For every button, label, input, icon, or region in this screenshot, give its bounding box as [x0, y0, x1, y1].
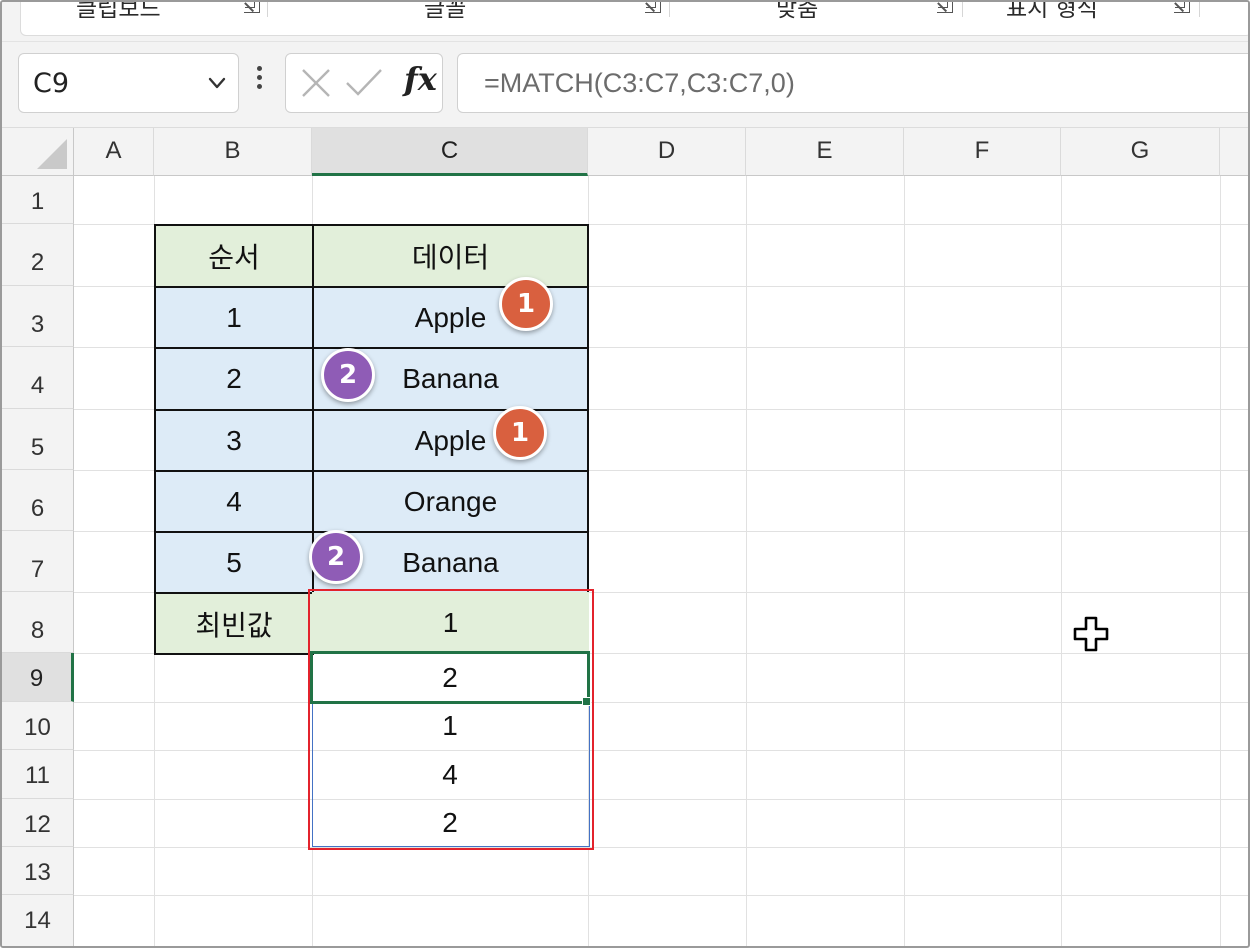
gridline: [1220, 176, 1221, 946]
table-header-data[interactable]: 데이터: [312, 224, 589, 288]
formula-buttons: fx: [285, 53, 443, 113]
formula-input[interactable]: =MATCH(C3:C7,C3:C7,0): [457, 53, 1248, 113]
ribbon-group-font: 글꼴: [424, 0, 467, 22]
column-header-g[interactable]: G: [1061, 128, 1220, 176]
gridline: [74, 799, 1248, 800]
ribbon-group-alignment: 맞춤: [776, 0, 819, 22]
row-header-1[interactable]: 1: [2, 176, 74, 224]
cancel-x-icon[interactable]: [298, 65, 334, 101]
name-box[interactable]: C9: [18, 53, 239, 113]
row-header-11[interactable]: 11: [2, 750, 74, 799]
column-header-b[interactable]: B: [154, 128, 312, 176]
ribbon-separator: [962, 2, 963, 17]
ribbon-group-clipboard: 클립보드: [76, 0, 161, 22]
alignment-launcher-icon[interactable]: [937, 2, 953, 13]
more-options-icon[interactable]: [255, 64, 263, 100]
row-header-13[interactable]: 13: [2, 847, 74, 895]
mode-label-cell[interactable]: 최빈값: [154, 592, 314, 655]
plus-cursor-icon: [1073, 616, 1109, 652]
column-header-d[interactable]: D: [588, 128, 746, 176]
gridline: [904, 176, 905, 946]
select-all-corner[interactable]: [2, 128, 74, 176]
table-cell-data[interactable]: Apple: [312, 409, 589, 472]
table-cell-order[interactable]: 3: [154, 409, 314, 472]
gridline: [74, 750, 1248, 751]
row-header-12[interactable]: 12: [2, 799, 74, 847]
row-header-2[interactable]: 2: [2, 224, 74, 286]
table-cell-order[interactable]: 4: [154, 470, 314, 533]
row-header-6[interactable]: 6: [2, 470, 74, 531]
column-header-h[interactable]: [1220, 128, 1248, 176]
column-header-c[interactable]: C: [312, 128, 588, 176]
table-cell-order[interactable]: 2: [154, 347, 314, 411]
row-header-7[interactable]: 7: [2, 531, 74, 592]
column-header-e[interactable]: E: [746, 128, 904, 176]
row-header-10[interactable]: 10: [2, 702, 74, 750]
gridline: [74, 847, 1248, 848]
row-header-8[interactable]: 8: [2, 592, 74, 653]
highlight-box: [308, 589, 594, 850]
enter-check-icon[interactable]: [344, 65, 384, 101]
ribbon-separator: [669, 2, 670, 17]
table-header-order[interactable]: 순서: [154, 224, 314, 288]
number-format-launcher-icon[interactable]: [1174, 2, 1190, 13]
column-header-a[interactable]: A: [74, 128, 154, 176]
ribbon: 클립보드 글꼴 맞춤 표시 형식: [2, 0, 1248, 42]
ribbon-group-bar: 클립보드 글꼴 맞춤 표시 형식: [20, 0, 1248, 36]
ribbon-separator: [267, 2, 268, 17]
name-box-value: C9: [33, 68, 70, 99]
row-header-4[interactable]: 4: [2, 347, 74, 409]
row-header-3[interactable]: 3: [2, 286, 74, 347]
table-cell-order[interactable]: 5: [154, 531, 314, 594]
annotation-badge: 1: [493, 406, 547, 460]
clipboard-launcher-icon[interactable]: [244, 2, 260, 13]
annotation-badge: 2: [321, 348, 375, 402]
formula-bar-row: C9 fx =MATCH(C3:C7,C3:C7,0): [2, 42, 1248, 128]
column-header-f[interactable]: F: [904, 128, 1061, 176]
row-header-9[interactable]: 9: [2, 653, 74, 702]
row-header-14[interactable]: 14: [2, 895, 74, 946]
excel-window: 클립보드 글꼴 맞춤 표시 형식 C9 fx =MATCH(C3:C7,C3:C…: [0, 0, 1250, 948]
gridline: [74, 702, 1248, 703]
gridline: [746, 176, 747, 946]
gridline: [74, 895, 1248, 896]
gridline: [1061, 176, 1062, 946]
annotation-badge: 1: [499, 277, 553, 331]
annotation-badge: 2: [309, 530, 363, 584]
font-launcher-icon[interactable]: [645, 2, 661, 13]
chevron-down-icon[interactable]: [206, 72, 228, 94]
ribbon-separator: [1199, 2, 1200, 17]
formula-text: =MATCH(C3:C7,C3:C7,0): [484, 68, 795, 98]
insert-function-icon[interactable]: fx: [404, 60, 437, 98]
table-cell-data[interactable]: Orange: [312, 470, 589, 533]
row-header-5[interactable]: 5: [2, 409, 74, 470]
ribbon-group-number-format: 표시 형식: [1006, 0, 1098, 22]
table-cell-order[interactable]: 1: [154, 286, 314, 349]
